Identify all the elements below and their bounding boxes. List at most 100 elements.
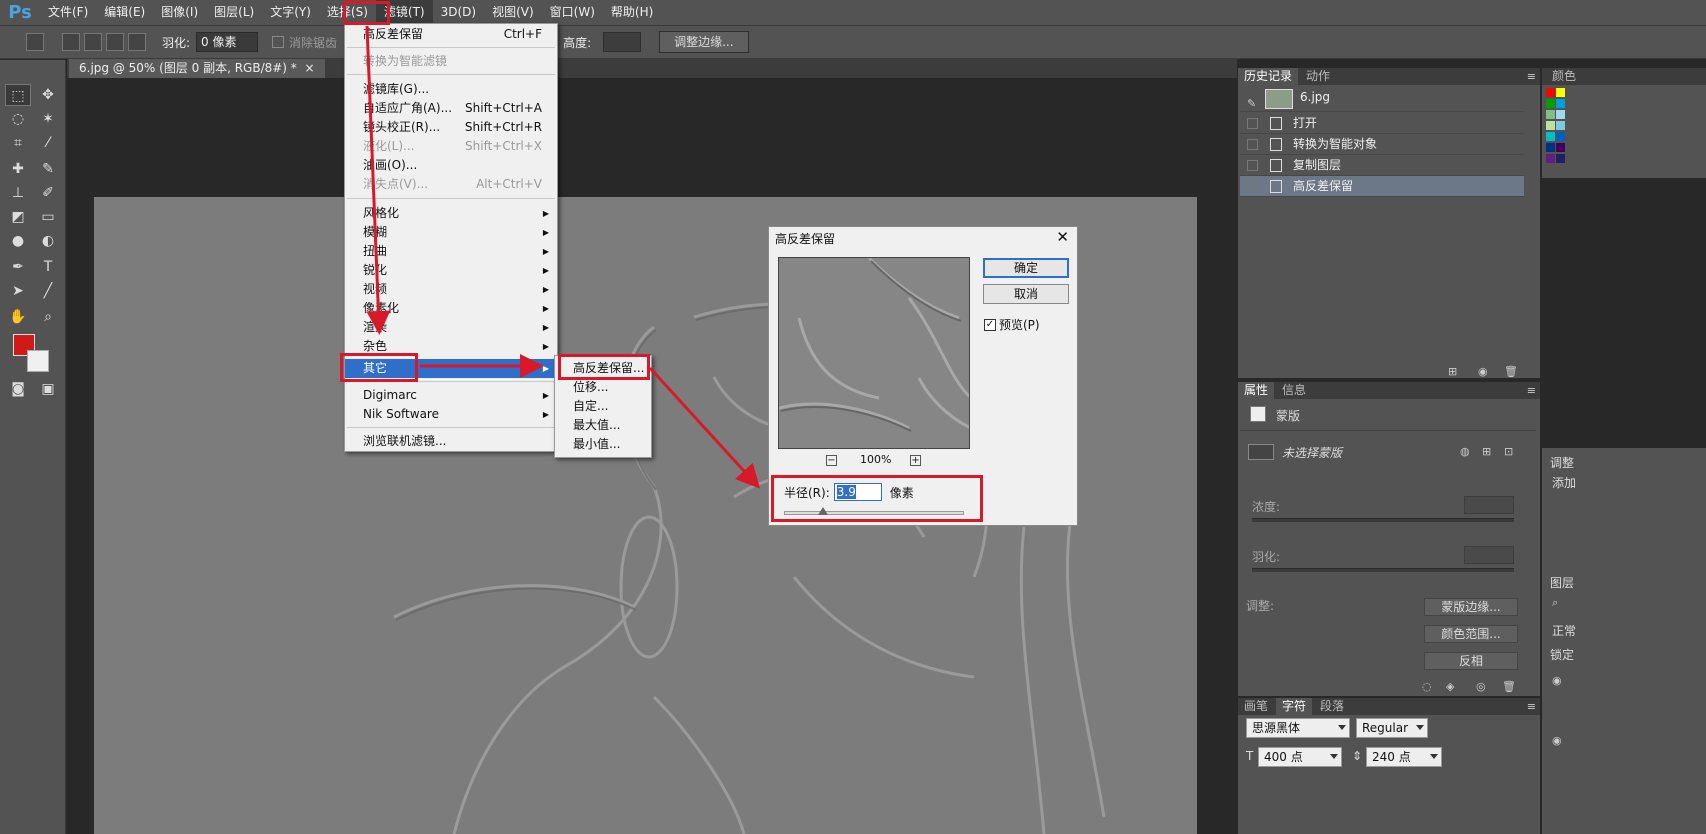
search-icon[interactable]: ⌕ <box>1552 596 1558 610</box>
blur-tool-icon[interactable]: ● <box>5 230 31 252</box>
add-vector-mask-icon[interactable]: ⊡ <box>1504 445 1513 458</box>
history-checkbox[interactable] <box>1247 139 1258 150</box>
menu-edit[interactable]: 编辑(E) <box>96 0 153 25</box>
filter-video[interactable]: 视频 ▶ <box>345 280 557 299</box>
add-selection-icon[interactable] <box>84 33 102 51</box>
tab-actions[interactable]: 动作 <box>1300 68 1336 85</box>
history-snapshot[interactable]: ✎ 6.jpg <box>1240 87 1524 112</box>
swatch[interactable] <box>1556 99 1565 108</box>
crop-tool-icon[interactable]: ⌗ <box>5 132 31 154</box>
swatch[interactable] <box>1556 110 1565 119</box>
mask-feather-slider[interactable] <box>1252 568 1514 572</box>
close-icon[interactable]: ✕ <box>1056 228 1069 246</box>
swatch[interactable] <box>1556 132 1565 141</box>
snapshot-camera-icon[interactable]: ◉ <box>1478 365 1488 378</box>
zoom-in-icon[interactable]: + <box>910 455 921 466</box>
density-slider[interactable] <box>1252 518 1514 522</box>
delete-mask-icon[interactable]: 🗑 <box>1502 680 1516 693</box>
filter-last-high-pass[interactable]: 高反差保留 Ctrl+F <box>345 25 557 44</box>
antialias-checkbox[interactable] <box>272 36 285 48</box>
lasso-tool-icon[interactable]: ◌ <box>5 108 31 130</box>
dodge-tool-icon[interactable]: ◐ <box>35 230 61 252</box>
history-item-open[interactable]: 打开 <box>1240 113 1524 134</box>
marquee-tool-icon[interactable]: ⬚ <box>5 84 31 106</box>
history-checkbox[interactable] <box>1247 160 1258 171</box>
gradient-icon[interactable]: ▭ <box>35 206 61 228</box>
font-style-select[interactable]: Regular <box>1356 718 1428 738</box>
submenu-offset[interactable]: 位移... <box>555 378 651 397</box>
menu-help[interactable]: 帮助(H) <box>603 0 661 25</box>
new-selection-icon[interactable] <box>62 33 80 51</box>
eye-icon[interactable]: ◉ <box>1552 674 1562 687</box>
filter-pixelate[interactable]: 像素化 ▶ <box>345 299 557 318</box>
submenu-minimum[interactable]: 最小值... <box>555 435 651 454</box>
filter-stylize[interactable]: 风格化 ▶ <box>345 204 557 223</box>
menu-type[interactable]: 文字(Y) <box>262 0 319 25</box>
tab-info[interactable]: 信息 <box>1276 382 1312 399</box>
menu-layer[interactable]: 图层(L) <box>206 0 262 25</box>
blend-normal[interactable]: 正常 <box>1552 622 1576 639</box>
document-tab[interactable]: 6.jpg @ 50% (图层 0 副本, RGB/8#) * × <box>69 59 325 78</box>
tab-paragraph[interactable]: 段落 <box>1314 698 1350 715</box>
swatch[interactable] <box>1546 110 1555 119</box>
select-mask-icon[interactable]: ◍ <box>1460 445 1470 458</box>
filter-adaptive-wide-angle[interactable]: 自适应广角(A)... Shift+Ctrl+A <box>345 99 557 118</box>
move-tool-icon[interactable]: ✥ <box>35 84 61 106</box>
menu-3d[interactable]: 3D(D) <box>433 0 484 25</box>
type-tool-icon[interactable]: T <box>35 256 61 278</box>
path-select-icon[interactable]: ➤ <box>5 280 31 302</box>
brush-tool-icon[interactable]: ✎ <box>35 158 61 180</box>
panel-menu-icon[interactable]: ≡ <box>1527 700 1536 713</box>
submenu-maximum[interactable]: 最大值... <box>555 416 651 435</box>
marquee-preset-icon[interactable] <box>26 33 44 51</box>
menu-window[interactable]: 窗口(W) <box>542 0 603 25</box>
swatch[interactable] <box>1546 132 1555 141</box>
swatch[interactable] <box>1546 121 1555 130</box>
swatch[interactable] <box>1546 88 1555 97</box>
tab-properties[interactable]: 属性 <box>1238 382 1275 399</box>
eye-icon[interactable]: ◉ <box>1552 734 1562 747</box>
dialog-preview[interactable] <box>778 257 970 449</box>
mask-feather-input[interactable] <box>1464 546 1514 564</box>
quick-mask-icon[interactable]: ◙ <box>5 378 31 400</box>
filter-digimarc[interactable]: Digimarc ▶ <box>345 386 557 405</box>
tab-color[interactable]: 颜色 <box>1546 68 1582 85</box>
visibility-icon[interactable]: ◎ <box>1476 680 1486 693</box>
feather-input[interactable]: 0 像素 <box>196 32 259 52</box>
menu-file[interactable]: 文件(F) <box>40 0 96 25</box>
background-color-swatch[interactable] <box>27 350 49 372</box>
swatch[interactable] <box>1546 154 1555 163</box>
height-input[interactable] <box>603 32 642 52</box>
zoom-tool-icon[interactable]: ⌕ <box>35 306 61 328</box>
filter-render[interactable]: 渲染 ▶ <box>345 318 557 337</box>
ok-button[interactable]: 确定 <box>983 258 1069 278</box>
swatch[interactable] <box>1546 99 1555 108</box>
load-selection-icon[interactable]: ◌ <box>1422 680 1432 693</box>
panel-menu-icon[interactable]: ≡ <box>1527 70 1536 83</box>
swatch[interactable] <box>1556 121 1565 130</box>
swatch[interactable] <box>1546 143 1555 152</box>
clone-stamp-icon[interactable]: ⊥ <box>5 182 31 204</box>
filter-distort[interactable]: 扭曲 ▶ <box>345 242 557 261</box>
close-tab-icon[interactable]: × <box>304 61 314 75</box>
submenu-custom[interactable]: 自定... <box>555 397 651 416</box>
apply-mask-icon[interactable]: ◈ <box>1446 680 1454 693</box>
filter-browse-online[interactable]: 浏览联机滤镜... <box>345 432 557 451</box>
history-item-high-pass[interactable]: 高反差保留 <box>1240 176 1524 197</box>
menu-image[interactable]: 图像(I) <box>153 0 206 25</box>
preview-checkbox[interactable]: ✓ <box>984 318 996 331</box>
line-tool-icon[interactable]: ╱ <box>35 280 61 302</box>
new-document-icon[interactable]: ⊞ <box>1448 365 1457 378</box>
swatch[interactable] <box>1556 143 1565 152</box>
zoom-out-icon[interactable]: − <box>826 455 837 466</box>
eraser-icon[interactable]: ◩ <box>5 206 31 228</box>
tab-brush[interactable]: 画笔 <box>1238 698 1274 715</box>
swatch[interactable] <box>1556 88 1565 97</box>
panel-menu-icon[interactable]: ≡ <box>1527 384 1536 397</box>
hand-tool-icon[interactable]: ✋ <box>5 306 31 328</box>
cancel-button[interactable]: 取消 <box>983 284 1069 304</box>
history-item-smart-object[interactable]: 转换为智能对象 <box>1240 134 1524 155</box>
invert-button[interactable]: 反相 <box>1424 652 1518 670</box>
trash-icon[interactable]: 🗑 <box>1504 365 1518 378</box>
pen-tool-icon[interactable]: ✒ <box>5 256 31 278</box>
